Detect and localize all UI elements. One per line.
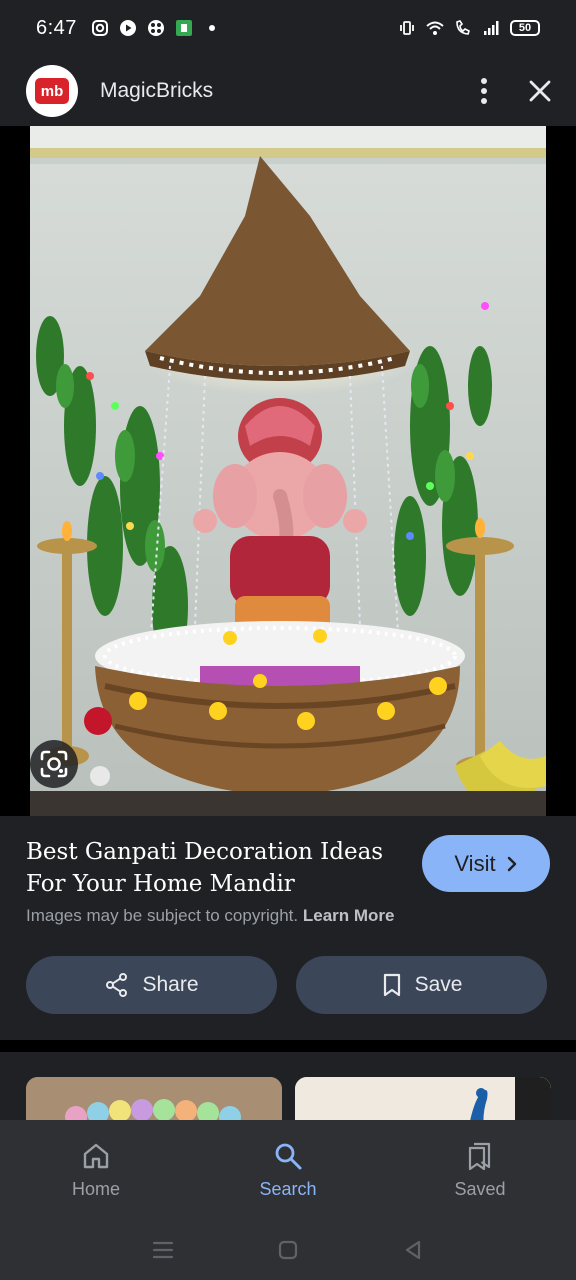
lens-icon xyxy=(40,750,68,778)
system-status: 50 xyxy=(398,19,540,37)
learn-more-link[interactable]: Learn More xyxy=(303,906,395,925)
chevron-right-icon xyxy=(507,856,516,871)
header-actions xyxy=(480,77,552,105)
wifi-icon xyxy=(426,21,444,35)
notification-icons xyxy=(91,19,221,37)
more-options-icon[interactable] xyxy=(480,77,488,105)
nav-home-label: Home xyxy=(71,1178,120,1199)
image-preview xyxy=(0,126,576,816)
ganpati-decoration-photo[interactable] xyxy=(30,126,546,816)
site-logo-mark: mb xyxy=(35,78,69,104)
saved-icon xyxy=(468,1142,491,1170)
copyright-notice: Images may be subject to copyright. Lear… xyxy=(26,906,395,926)
share-button[interactable]: Share xyxy=(26,956,277,1014)
instagram-icon xyxy=(91,20,108,36)
related-image-thumbnail[interactable] xyxy=(26,1077,282,1122)
save-button[interactable]: Save xyxy=(296,956,547,1014)
nav-saved[interactable]: Saved xyxy=(384,1120,576,1220)
visit-button[interactable]: Visit xyxy=(422,835,550,892)
nav-saved-label: Saved xyxy=(454,1178,506,1199)
visit-label: Visit xyxy=(454,850,496,876)
dot-icon xyxy=(208,25,215,31)
recent-apps-icon[interactable] xyxy=(152,1240,174,1260)
result-title[interactable]: Best Ganpati Decoration Ideas For Your H… xyxy=(26,836,396,900)
home-button-icon[interactable] xyxy=(277,1239,299,1261)
bottom-navigation: Home Search Saved xyxy=(0,1120,576,1220)
game-icon xyxy=(147,20,164,36)
home-icon xyxy=(83,1143,109,1168)
status-bar: 6:47 50 xyxy=(0,0,576,56)
nav-search[interactable]: Search xyxy=(192,1120,384,1220)
save-label: Save xyxy=(414,973,463,996)
share-icon xyxy=(106,973,128,997)
nav-home[interactable]: Home xyxy=(0,1120,192,1220)
bookmark-icon xyxy=(383,973,400,997)
copyright-text: Images may be subject to copyright. xyxy=(26,906,299,925)
share-label: Share xyxy=(142,973,199,996)
battery-level: 50 xyxy=(518,22,532,34)
lens-search-button[interactable] xyxy=(30,740,78,788)
site-logo[interactable]: mb xyxy=(26,65,78,117)
wifi-call-icon xyxy=(456,20,470,35)
search-icon xyxy=(275,1143,302,1169)
app-header: mb MagicBricks xyxy=(0,56,576,126)
app-icon xyxy=(175,20,192,36)
back-icon[interactable] xyxy=(402,1239,424,1261)
site-name[interactable]: MagicBricks xyxy=(100,79,213,103)
system-navigation-bar xyxy=(0,1220,576,1280)
close-icon[interactable] xyxy=(528,79,552,103)
vibrate-icon xyxy=(400,21,414,35)
youtube-icon xyxy=(119,20,136,36)
nav-search-label: Search xyxy=(259,1178,317,1199)
result-info-panel: Best Ganpati Decoration Ideas For Your H… xyxy=(0,816,576,1040)
battery-icon: 50 xyxy=(510,20,540,36)
related-image-thumbnail[interactable] xyxy=(295,1077,551,1122)
section-divider xyxy=(0,1040,576,1052)
status-time: 6:47 xyxy=(36,16,77,39)
signal-icon xyxy=(484,21,499,35)
related-images xyxy=(0,1052,576,1122)
